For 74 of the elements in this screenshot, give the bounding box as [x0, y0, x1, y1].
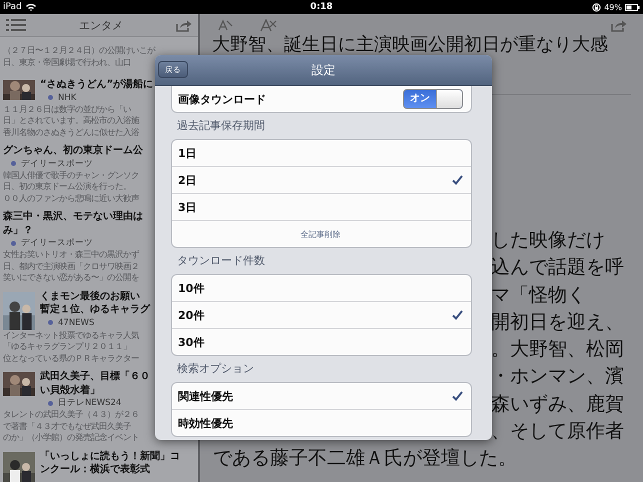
- article-text-line: 森いずみ、鹿賀: [491, 392, 625, 417]
- font-larger-icon[interactable]: [260, 18, 278, 32]
- battery-percent: 49%: [604, 2, 622, 12]
- section-header: 過去記事保存期間: [176, 118, 266, 134]
- bullet-icon: [48, 320, 53, 325]
- headline-line[interactable]: 武田久美子、目標「６０: [40, 370, 150, 384]
- snippet-line: で著書「４３才でもなぜ武田久美子: [3, 420, 131, 432]
- snippet-line: 香川名物のさぬきうどんに似せた入浴: [3, 126, 139, 138]
- bullet-icon: [11, 240, 16, 246]
- bullet-icon: [48, 95, 53, 100]
- headline-line[interactable]: み」？: [3, 224, 33, 237]
- clock: 0:18: [310, 2, 333, 12]
- option-row[interactable]: 関連性優先: [172, 383, 471, 409]
- snippet-line: タレントの武田久美子（４３）が２６: [3, 409, 139, 420]
- bullet-icon: [48, 400, 53, 406]
- delete-all-button[interactable]: 全記事削除: [172, 220, 471, 247]
- section-header: タウンロード件数: [176, 253, 266, 269]
- source-name: デイリースポーツ: [21, 237, 93, 249]
- option-row[interactable]: 10件: [172, 275, 471, 301]
- article-text-line: 、そして原作者: [491, 419, 625, 444]
- snippet-line: インターネット投票でゆるキャラ人気: [3, 330, 139, 341]
- menu-icon[interactable]: [6, 18, 26, 32]
- snippet-line: （２７日〜１２月２４日）の公開けいこが: [3, 45, 155, 56]
- snippet-line: 韓国人俳優で歌手のチャン・グンソク: [3, 170, 139, 181]
- headline-line[interactable]: 森三中・黒沢、モテない理由は: [3, 210, 143, 224]
- headline-line[interactable]: い貝殻水着」: [40, 384, 100, 397]
- setting-label: 画像タウンロード: [178, 92, 266, 106]
- article-text-line: 。大野智、松岡: [491, 337, 625, 362]
- share-icon[interactable]: [611, 18, 627, 32]
- option-row[interactable]: 時効性優先: [172, 409, 471, 436]
- snippet-line: 「ゆるキャラグランプリ２０１１」: [3, 341, 131, 352]
- source-name: NHK: [58, 92, 76, 104]
- article-text-line: マ「怪物く: [491, 282, 587, 308]
- rotation-lock-icon: [592, 2, 602, 12]
- snippet-line: 笑いにできない恋がある〜」の公開を: [3, 272, 139, 284]
- snippet-line: 位となっている県のＰＲキャラクター: [3, 352, 139, 364]
- snippet-line: 日」とされています。高松市の入浴施: [3, 115, 139, 126]
- source-name: 日テレNEWS24: [58, 397, 122, 409]
- snippet-line: ００人のファンから悲鳴に近い大歓声: [3, 192, 139, 204]
- snippet-line: 日、都内で主演映画「クロサワ映画２: [3, 260, 139, 272]
- section-header: 検索オプション: [176, 361, 255, 377]
- toggle-switch[interactable]: オン: [403, 89, 463, 109]
- font-smaller-icon[interactable]: [218, 19, 234, 31]
- option-row[interactable]: 20件: [172, 301, 471, 328]
- article-text-line: である藤子不二雄Ａ氏が登壇した。: [212, 446, 518, 472]
- article-text-line: 開初日を迎え、: [491, 310, 625, 335]
- wifi-icon: [26, 3, 36, 11]
- battery-icon: [625, 4, 640, 10]
- snippet-line: 日、初の東京ドーム公演を行った。: [3, 181, 131, 192]
- popover-title: 設定: [312, 62, 336, 78]
- option-row[interactable]: 2日: [172, 166, 471, 193]
- snippet-line: 女性お笑いトリオ・森三中の黒沢かず: [3, 249, 139, 260]
- snippet-line: １１月２６日は数字の並びから「い: [3, 104, 131, 115]
- headline-line[interactable]: 暫定１位、ゆるキャラグ: [40, 303, 150, 316]
- source-name: 47NEWS: [58, 316, 94, 328]
- snippet-line: 日、東京・帝国劇場で行われ、山口: [3, 56, 131, 68]
- option-row[interactable]: 1日: [172, 140, 471, 166]
- device-name: iPad: [3, 2, 22, 12]
- article-text-line: した映像だけ: [491, 228, 606, 253]
- option-row[interactable]: 30件: [172, 328, 471, 355]
- category-title: エンタメ: [78, 18, 124, 32]
- headline-line[interactable]: 「いっしょに読もう！新聞」コ: [40, 450, 180, 463]
- article-text-line: 込んで話題を呼: [491, 255, 625, 280]
- snippet-line: のか」（小学館）の発売記念イベント: [3, 432, 139, 444]
- headline-line[interactable]: “さぬきうどん”が湯船に: [40, 78, 154, 92]
- headline-line[interactable]: くまモン最後のお願い: [40, 290, 140, 303]
- source-name: デイリースポーツ: [21, 158, 93, 170]
- article-title: 大野智、誕生日に主演映画公開初日が重なり大感: [211, 36, 609, 54]
- share-icon[interactable]: [176, 18, 192, 32]
- article-text-line: ・ホンマン、濱: [491, 364, 625, 390]
- option-row[interactable]: 3日: [172, 193, 471, 220]
- headline-line[interactable]: グンちゃん、初の東京ドーム公: [3, 144, 143, 158]
- bullet-icon: [11, 161, 16, 166]
- headline-line[interactable]: ンクール：横浜で表彰式: [40, 463, 150, 476]
